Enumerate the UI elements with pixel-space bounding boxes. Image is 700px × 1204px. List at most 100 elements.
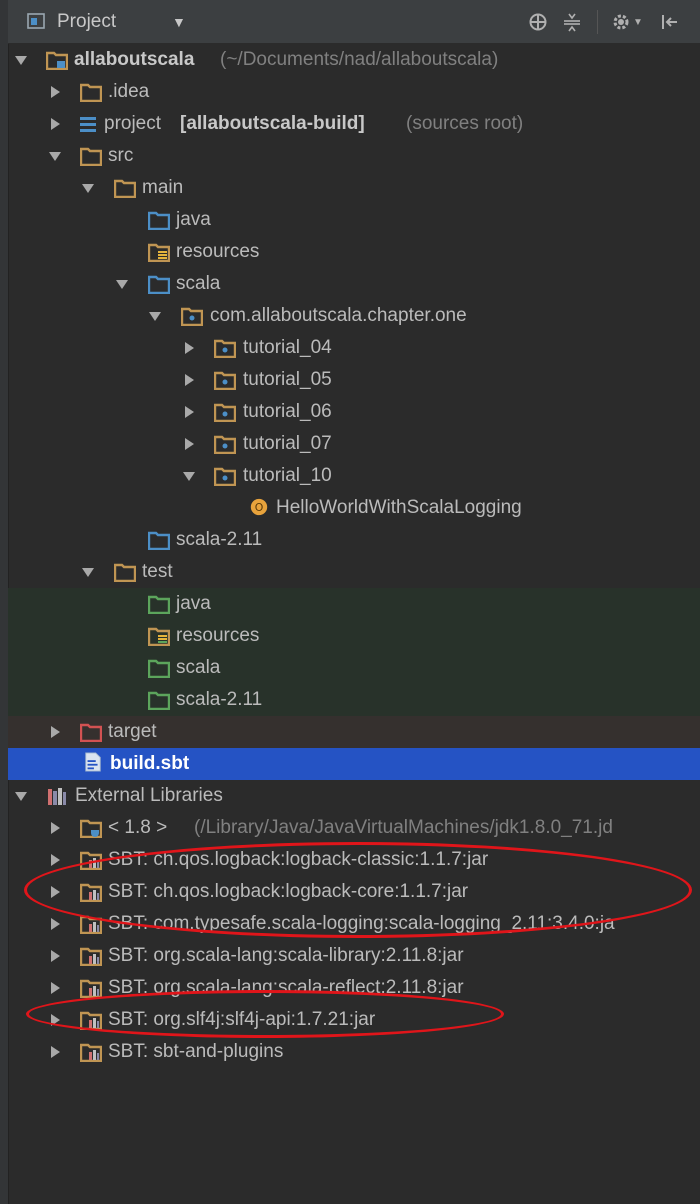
collapsed-arrow-icon[interactable] (48, 1045, 62, 1059)
collapsed-arrow-icon[interactable] (182, 341, 196, 355)
tree-node-root[interactable]: allaboutscala (~/Documents/nad/allabouts… (8, 44, 700, 76)
tree-node-hello-object[interactable]: O HelloWorldWithScalaLogging (8, 492, 700, 524)
collapsed-arrow-icon[interactable] (48, 117, 62, 131)
tree-node-package[interactable]: com.allaboutscala.chapter.one (8, 300, 700, 332)
package-icon (214, 435, 236, 454)
package-icon (181, 307, 203, 326)
tree-node-target[interactable]: target (8, 716, 700, 748)
tree-node-library[interactable]: SBT: ch.qos.logback:logback-classic:1.1.… (8, 844, 700, 876)
library-label: SBT: ch.qos.logback:logback-core:1.1.7:j… (108, 881, 469, 902)
expanded-arrow-icon[interactable] (14, 53, 28, 67)
tree-node-test-java[interactable]: java (8, 588, 700, 620)
collapsed-arrow-icon[interactable] (48, 981, 62, 995)
library-label: SBT: sbt-and-plugins (108, 1041, 284, 1062)
gear-icon[interactable] (609, 10, 633, 34)
main-scala-label: scala (176, 273, 221, 294)
tree-node-library[interactable]: SBT: org.slf4j:slf4j-api:1.7.21:jar (8, 1004, 700, 1036)
tree-node-main-java[interactable]: java (8, 204, 700, 236)
tutorial-07-label: tutorial_07 (243, 433, 332, 454)
test-folder-icon (148, 691, 170, 710)
root-name: allaboutscala (74, 49, 195, 70)
tree-node-main-resources[interactable]: resources (8, 236, 700, 268)
tree-node-idea[interactable]: .idea (8, 76, 700, 108)
collapsed-arrow-icon[interactable] (48, 853, 62, 867)
tree-node-main[interactable]: main (8, 172, 700, 204)
library-label: SBT: org.scala-lang:scala-reflect:2.11.8… (108, 977, 464, 998)
tree-node-tutorial-05[interactable]: tutorial_05 (8, 364, 700, 396)
jdk-path: (/Library/Java/JavaVirtualMachines/jdk1.… (194, 817, 613, 838)
tree-node-jdk[interactable]: < 1.8 > (/Library/Java/JavaVirtualMachin… (8, 812, 700, 844)
library-label: SBT: com.typesafe.scala-logging:scala-lo… (108, 913, 615, 934)
collapsed-arrow-icon[interactable] (48, 949, 62, 963)
tutorial-04-label: tutorial_04 (243, 337, 332, 358)
folder-icon (114, 563, 136, 582)
folder-icon (114, 179, 136, 198)
expanded-arrow-icon[interactable] (81, 181, 95, 195)
collapsed-arrow-icon[interactable] (48, 885, 62, 899)
tree-node-library[interactable]: SBT: ch.qos.logback:logback-core:1.1.7:j… (8, 876, 700, 908)
tree-node-library[interactable]: SBT: com.typesafe.scala-logging:scala-lo… (8, 908, 700, 940)
collapsed-arrow-icon[interactable] (48, 725, 62, 739)
tree-node-test-resources[interactable]: resources (8, 620, 700, 652)
tree-node-tutorial-10[interactable]: tutorial_10 (8, 460, 700, 492)
package-icon (214, 403, 236, 422)
library-jar-icon (80, 1043, 102, 1062)
collapsed-arrow-icon[interactable] (182, 373, 196, 387)
expanded-arrow-icon[interactable] (148, 309, 162, 323)
collapsed-arrow-icon[interactable] (182, 405, 196, 419)
library-jar-icon (80, 915, 102, 934)
src-label: src (108, 145, 134, 166)
tree-node-library[interactable]: SBT: org.scala-lang:scala-library:2.11.8… (8, 940, 700, 972)
library-jar-icon (80, 851, 102, 870)
hello-label: HelloWorldWithScalaLogging (276, 497, 522, 518)
tree-node-test[interactable]: test (8, 556, 700, 588)
package-icon (214, 371, 236, 390)
external-libraries-label: External Libraries (75, 785, 223, 806)
resources-folder-icon (148, 243, 170, 262)
expanded-arrow-icon[interactable] (182, 469, 196, 483)
hide-panel-icon[interactable] (657, 10, 681, 34)
package-label: com.allaboutscala.chapter.one (210, 305, 467, 326)
test-scala-label: scala (176, 657, 221, 678)
library-jar-icon (80, 979, 102, 998)
collapsed-arrow-icon[interactable] (48, 1013, 62, 1027)
tree-node-src[interactable]: src (8, 140, 700, 172)
collapsed-arrow-icon[interactable] (48, 917, 62, 931)
main-scala-211-label: scala-2.11 (176, 529, 263, 550)
collapsed-arrow-icon[interactable] (48, 821, 62, 835)
settings-chevron-down-icon[interactable]: ▼ (633, 17, 643, 28)
expanded-arrow-icon[interactable] (115, 277, 129, 291)
crosshair-icon[interactable] (526, 10, 550, 34)
tree-node-external-libraries[interactable]: External Libraries (8, 780, 700, 812)
sbt-file-icon (85, 752, 101, 772)
excluded-folder-icon (80, 723, 102, 742)
test-label: test (142, 561, 173, 582)
folder-icon (80, 147, 102, 166)
tree-node-library[interactable]: SBT: sbt-and-plugins (8, 1036, 700, 1068)
test-folder-icon (148, 595, 170, 614)
test-folder-icon (148, 659, 170, 678)
expanded-arrow-icon[interactable] (81, 565, 95, 579)
tree-node-project[interactable]: project [allaboutscala-build] (sources r… (8, 108, 700, 140)
tutorial-05-label: tutorial_05 (243, 369, 332, 390)
tree-node-test-scala[interactable]: scala (8, 652, 700, 684)
collapsed-arrow-icon[interactable] (182, 437, 196, 451)
collapse-all-icon[interactable] (560, 10, 584, 34)
expanded-arrow-icon[interactable] (14, 789, 28, 803)
project-note: (sources root) (406, 113, 524, 134)
tree-node-library[interactable]: SBT: org.scala-lang:scala-reflect:2.11.8… (8, 972, 700, 1004)
tree-node-tutorial-07[interactable]: tutorial_07 (8, 428, 700, 460)
tree-node-tutorial-06[interactable]: tutorial_06 (8, 396, 700, 428)
view-selector-chevron-down-icon[interactable]: ▼ (172, 14, 186, 30)
collapsed-arrow-icon[interactable] (48, 85, 62, 99)
library-jar-icon (80, 947, 102, 966)
tree-node-test-scala-211[interactable]: scala-2.11 (8, 684, 700, 716)
svg-text:O: O (255, 501, 264, 514)
tree-node-main-scala[interactable]: scala (8, 268, 700, 300)
tree-node-tutorial-04[interactable]: tutorial_04 (8, 332, 700, 364)
tree-node-main-scala-211[interactable]: scala-2.11 (8, 524, 700, 556)
expanded-arrow-icon[interactable] (48, 149, 62, 163)
panel-title[interactable]: Project (57, 11, 116, 33)
tree-node-build-sbt[interactable]: build.sbt (8, 748, 700, 780)
root-path: (~/Documents/nad/allaboutscala) (220, 49, 499, 70)
